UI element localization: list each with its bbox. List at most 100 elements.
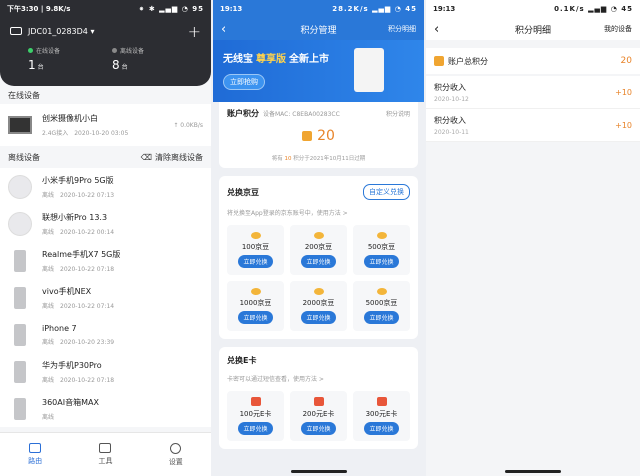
device-status: 离线 xyxy=(42,265,55,273)
promo-banner[interactable]: 无线宝 尊享版 全新上市 立即抢购 xyxy=(213,40,424,102)
device-status: 离线 xyxy=(42,228,55,236)
exchange-button[interactable]: 立即兑换 xyxy=(238,255,273,268)
home-indicator[interactable] xyxy=(505,470,561,473)
record-info: 积分收入 2020-10-11 xyxy=(434,115,469,136)
device-status: 离线 xyxy=(42,413,55,421)
device-time: 2020-10-22 07:14 xyxy=(60,302,115,310)
device-status: 离线 xyxy=(42,338,55,346)
ecard-icon xyxy=(376,397,387,406)
add-icon[interactable]: + xyxy=(188,22,201,41)
exchange-button[interactable]: 立即兑换 xyxy=(364,255,399,268)
record-date: 2020-10-11 xyxy=(434,128,469,136)
online-dot-icon xyxy=(28,48,33,53)
device-name: iPhone 7 xyxy=(42,323,77,333)
broom-icon: ⌫ xyxy=(140,152,152,162)
exchange-button[interactable]: 立即兑换 xyxy=(364,311,399,324)
exchange-item: 2000京豆 立即兑换 xyxy=(290,281,347,331)
coin-icon xyxy=(302,131,313,141)
router-app-screen: 下午3:30 | 9.8K/s ⁕ ✱ ▂▄▆ ◔ 95 JDC01_0283D… xyxy=(0,0,211,476)
status-icons: 28.2K/s ▂▄▆ ◔ 45 xyxy=(332,5,417,13)
banner-text-1: 无线宝 xyxy=(223,54,253,65)
list-item[interactable]: 小米手机9Pro 5G版 离线 2020-10-22 07:13 xyxy=(0,168,211,205)
device-time: 2020-10-20 23:39 xyxy=(60,338,115,346)
ecard-icon xyxy=(250,397,261,406)
list-item[interactable]: vivo手机NEX 离线 2020-10-22 07:14 xyxy=(0,279,211,316)
router-name[interactable]: JDC01_0283D4 ▾ xyxy=(28,27,94,36)
banner-text-2: 全新上市 xyxy=(289,54,329,65)
camera-icon xyxy=(8,116,32,134)
exchange-button[interactable]: 立即兑换 xyxy=(364,422,399,435)
ecard-subtitle[interactable]: 卡密可以通过短信查看，使用方法 > xyxy=(227,374,410,383)
exchange-item: 100京豆 立即兑换 xyxy=(227,225,284,275)
online-section-label: 在线设备 xyxy=(8,90,40,100)
toolbox-icon xyxy=(99,443,112,453)
device-time: 2020-10-22 00:14 xyxy=(60,228,115,236)
buy-now-button[interactable]: 立即抢购 xyxy=(223,74,265,90)
status-time: 19:13 xyxy=(220,5,243,13)
exchange-item: 1000京豆 立即兑换 xyxy=(227,281,284,331)
list-item[interactable]: 360AI音箱MAX 离线 xyxy=(0,390,211,427)
online-section-title: 在线设备 xyxy=(0,86,211,104)
device-band: 2.4G接入 xyxy=(42,130,69,137)
tab-settings[interactable]: 设置 xyxy=(168,442,183,467)
router-icon xyxy=(10,27,22,35)
list-item[interactable]: 积分收入 2020-10-11 +10 xyxy=(426,109,640,142)
list-item[interactable]: 积分收入 2020-10-12 +10 xyxy=(426,76,640,109)
nav-bar: ‹ 积分管理 积分明细 xyxy=(213,18,424,40)
offline-stat[interactable]: 离线设备 8台 xyxy=(112,46,144,72)
status-bar: 19:13 0.1K/s ▂▄▆ ◔ 45 xyxy=(426,0,640,18)
status-icons: ⁕ ✱ ▂▄▆ ◔ 95 xyxy=(138,5,204,13)
bean-icon xyxy=(250,232,261,239)
jd-subtitle[interactable]: 将兑换至App登录的京东账号中，使用方法 > xyxy=(227,208,410,217)
device-info: Realme手机X7 5G版 离线 2020-10-22 07:18 xyxy=(42,249,120,273)
exchange-button[interactable]: 立即兑换 xyxy=(301,422,336,435)
ecard-title: 兑换E卡 xyxy=(227,356,257,365)
phone-icon xyxy=(14,249,26,272)
back-icon[interactable]: ‹ xyxy=(434,22,439,37)
tab-tools[interactable]: 工具 xyxy=(98,443,112,466)
record-name: 积分收入 xyxy=(434,115,466,125)
total-points-row: 账户总积分 20 xyxy=(426,48,640,74)
home-indicator[interactable] xyxy=(290,470,347,473)
device-name: 360AI音箱MAX xyxy=(42,397,99,407)
exchange-button[interactable]: 立即兑换 xyxy=(238,311,273,324)
device-info: 华为手机P30Pro 离线 2020-10-22 07:18 xyxy=(42,360,120,384)
offline-section-title: 离线设备 ⌫ 清除离线设备 xyxy=(0,146,211,168)
points-expiry-note: 将有 10 积分于2021年10月11日过期 xyxy=(227,154,410,162)
online-device-row[interactable]: 创米摄像机小白 2.4G接入 2020-10-20 03:05 ↑ 0.0KB/s xyxy=(0,104,211,146)
list-item[interactable]: 联想小新Pro 13.3 离线 2020-10-22 00:14 xyxy=(0,205,211,242)
list-item[interactable]: Realme手机X7 5G版 离线 2020-10-22 07:18 xyxy=(0,242,211,279)
device-mac: 设备MAC: C8EBA00283CC xyxy=(263,111,340,118)
tab-router[interactable]: 路由 xyxy=(28,443,42,466)
list-item[interactable]: iPhone 7 离线 2020-10-20 23:39 xyxy=(0,316,211,353)
device-meta: 离线 2020-10-22 07:18 xyxy=(42,264,120,273)
tab-settings-label: 设置 xyxy=(168,457,183,466)
note-suffix: 积分于2021年10月11日过期 xyxy=(293,156,366,162)
bean-icon xyxy=(313,232,324,239)
exchange-button[interactable]: 立即兑换 xyxy=(238,422,273,435)
my-devices-link[interactable]: 我的设备 xyxy=(604,24,632,34)
online-count: 1 xyxy=(28,58,36,72)
custom-exchange-button[interactable]: 自定义兑换 xyxy=(363,184,410,200)
tab-router-label: 路由 xyxy=(28,457,43,465)
bean-icon xyxy=(376,232,387,239)
exchange-label: 500京豆 xyxy=(367,243,396,251)
device-stats: 在线设备 1台 离线设备 8台 xyxy=(0,42,211,72)
back-icon[interactable]: ‹ xyxy=(221,22,226,37)
router-selector[interactable]: JDC01_0283D4 ▾ + xyxy=(0,20,211,42)
status-time: 下午3:30 | 9.8K/s xyxy=(7,5,71,13)
exchange-item: 5000京豆 立即兑换 xyxy=(353,281,410,331)
points-detail-screen: 19:13 0.1K/s ▂▄▆ ◔ 45 ‹ 积分明细 我的设备 账户总积分 … xyxy=(426,0,640,476)
device-status: 离线 xyxy=(42,302,55,310)
points-rules-link[interactable]: 积分说明 xyxy=(386,109,410,118)
exchange-button[interactable]: 立即兑换 xyxy=(301,255,336,268)
record-info: 积分收入 2020-10-12 xyxy=(434,82,469,103)
points-detail-link[interactable]: 积分明细 xyxy=(388,24,416,34)
points-record-list: 积分收入 2020-10-12 +10 积分收入 2020-10-11 +10 xyxy=(426,76,640,142)
exchange-button[interactable]: 立即兑换 xyxy=(301,311,336,324)
list-item[interactable]: 华为手机P30Pro 离线 2020-10-22 07:18 xyxy=(0,353,211,390)
coin-icon xyxy=(434,56,444,66)
clear-offline-button[interactable]: ⌫ 清除离线设备 xyxy=(141,152,203,163)
online-stat[interactable]: 在线设备 1台 xyxy=(28,46,60,72)
device-time: 2020-10-22 07:18 xyxy=(60,376,115,384)
